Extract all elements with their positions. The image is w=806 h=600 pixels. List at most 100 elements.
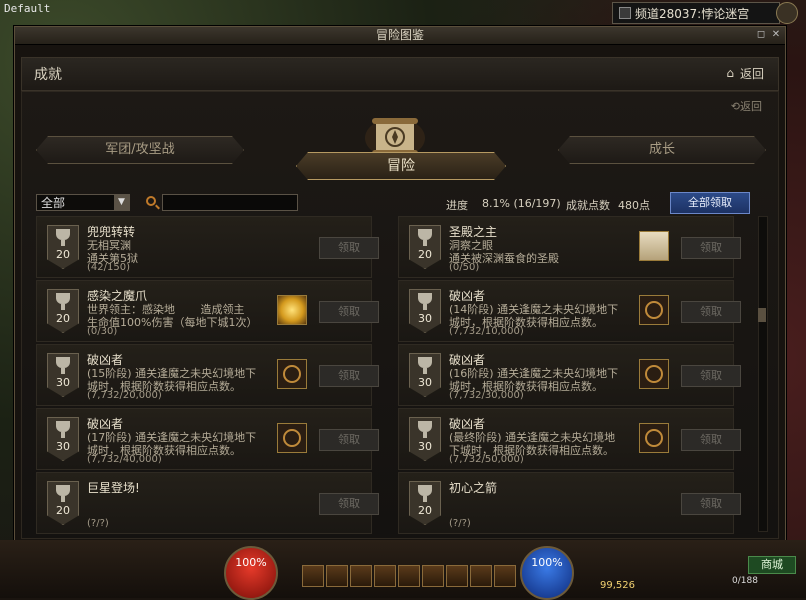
trophy-badge: 20 — [409, 225, 441, 269]
claim-button[interactable]: 领取 — [319, 429, 379, 451]
points-value: 480点 — [618, 199, 650, 212]
trophy-badge: 30 — [47, 417, 79, 461]
achievement-progress: (7,732/40,000) — [87, 454, 162, 465]
trophy-badge: 20 — [47, 225, 79, 269]
tab-adventure[interactable]: 冒险 — [296, 152, 506, 180]
list-scrollbar[interactable] — [758, 216, 768, 532]
default-label: Default — [4, 2, 51, 15]
trophy-icon — [418, 357, 432, 374]
shop-button[interactable]: 商城 — [748, 556, 796, 574]
filter-value: 全部 — [41, 196, 66, 210]
trophy-icon — [418, 421, 432, 438]
mp-label: 100% — [531, 556, 563, 569]
achievement-card: 30 破凶者 (16阶段) 通关逢魔之未央幻境地下 城时，根据阶数获得相应点数。 (7,… — [398, 344, 741, 406]
achievement-card: 20 圣殿之主 洞察之眼 通关被深渊蚕食的圣殿 (0/50) 领取 — [398, 216, 741, 278]
skill-slot-8[interactable] — [470, 565, 492, 587]
claim-button[interactable]: 领取 — [681, 429, 741, 451]
trophy-badge: 20 — [47, 481, 79, 525]
claim-button[interactable]: 领取 — [681, 493, 741, 515]
achievement-points: 20 — [56, 504, 70, 517]
trophy-badge: 30 — [409, 289, 441, 333]
trophy-badge: 20 — [47, 289, 79, 333]
reward-item-icon[interactable] — [277, 295, 307, 325]
tab-growth[interactable]: 成长 — [558, 136, 766, 164]
achievement-card: 20 初心之箭 (?/?) 领取 — [398, 472, 741, 534]
claim-button[interactable]: 领取 — [319, 365, 379, 387]
skill-slot-9[interactable] — [494, 565, 516, 587]
trophy-icon — [56, 421, 70, 438]
claim-button[interactable]: 领取 — [319, 301, 379, 323]
channel-indicator[interactable]: 频道28037:悖论迷宫 — [612, 2, 780, 24]
trophy-icon — [418, 485, 432, 502]
achievement-points: 30 — [418, 312, 432, 325]
search-icon[interactable] — [146, 196, 156, 206]
window-title: 冒险图鉴 — [375, 28, 424, 42]
sub-back-button[interactable]: ⟲返回 — [731, 98, 762, 114]
trophy-badge: 20 — [409, 481, 441, 525]
trophy-icon — [56, 293, 70, 310]
reward-emblem-icon[interactable] — [277, 359, 307, 389]
achievement-progress: (0/30) — [87, 326, 118, 337]
achievement-card: 20 兜兜转转 无相冥渊 通关第5狱 (42/150) 领取 — [36, 216, 379, 278]
tab-legion[interactable]: 军团/攻坚战 — [36, 136, 244, 164]
achievement-progress: (42/150) — [87, 262, 130, 273]
hp-orb: 100% — [224, 546, 278, 600]
achievement-progress: (7,732/10,000) — [449, 326, 524, 337]
achievement-card: 30 破凶者 (15阶段) 通关逢魔之未央幻境地下 城时，根据阶数获得相应点数。 (7,… — [36, 344, 379, 406]
claim-button[interactable]: 领取 — [319, 237, 379, 259]
achievement-card: 20 巨星登场! (?/?) 领取 — [36, 472, 379, 534]
achievement-name: 初心之箭 — [449, 481, 498, 495]
inventory-count: 0/188 — [732, 576, 758, 586]
achievement-progress: (7,732/50,000) — [449, 454, 524, 465]
minimap-icon[interactable] — [776, 2, 798, 24]
claim-button[interactable]: 领取 — [319, 493, 379, 515]
skill-slot-7[interactable] — [446, 565, 468, 587]
trophy-icon — [56, 229, 70, 246]
achievement-header: 成就 ⌂ 返回 — [21, 57, 779, 91]
reward-chest-icon[interactable] — [639, 231, 669, 261]
chevron-down-icon[interactable]: ▼ — [114, 195, 129, 210]
skill-slot-6[interactable] — [422, 565, 444, 587]
progress-value: 8.1% (16/197) — [482, 197, 561, 210]
achievement-points: 30 — [56, 376, 70, 389]
claim-button[interactable]: 领取 — [681, 301, 741, 323]
skill-slot-3[interactable] — [350, 565, 372, 587]
sub-back-label: 返回 — [740, 100, 762, 113]
skill-slot-4[interactable] — [374, 565, 396, 587]
mp-orb: 100% — [520, 546, 574, 600]
achievement-card: 30 破凶者 (最终阶段) 通关逢魔之未央幻境地 下城时，根据阶数获得相应点数。 (7,… — [398, 408, 741, 470]
skill-slot-1[interactable] — [302, 565, 324, 587]
window-titlebar: 冒险图鉴 ◻ ✕ — [15, 27, 785, 45]
home-icon[interactable]: ⌂ — [726, 66, 734, 80]
gold-amount: 99,526 — [600, 580, 635, 591]
skill-slot-5[interactable] — [398, 565, 420, 587]
category-filter-select[interactable]: 全部 ▼ — [36, 194, 130, 211]
back-button[interactable]: 返回 — [740, 65, 764, 82]
reward-emblem-icon[interactable] — [639, 359, 669, 389]
skill-slot-2[interactable] — [326, 565, 348, 587]
claim-button[interactable]: 领取 — [681, 365, 741, 387]
adventure-codex-window: 冒险图鉴 ◻ ✕ 成就 ⌂ 返回 ⟲返回 军团/攻坚战 冒险 成长 全部 ▼ 进… — [14, 26, 786, 542]
close-icon[interactable]: ✕ — [770, 29, 782, 41]
claim-all-button[interactable]: 全部领取 — [670, 192, 750, 214]
achievement-card: 20 感染之魔爪 世界领主：感染地 造成领主 生命值100%伤害（每地下城1次） (0/… — [36, 280, 379, 342]
claim-button[interactable]: 领取 — [681, 237, 741, 259]
scrollbar-thumb[interactable] — [758, 308, 766, 322]
trophy-icon — [418, 293, 432, 310]
achievement-content: ⟲返回 军团/攻坚战 冒险 成长 全部 ▼ 进度 8.1% (16/197) 成… — [21, 91, 779, 539]
trophy-icon — [56, 485, 70, 502]
minimize-icon[interactable]: ◻ — [755, 29, 767, 41]
achievement-points: 20 — [56, 312, 70, 325]
achievement-progress: (7,732/30,000) — [449, 390, 524, 401]
trophy-icon — [56, 357, 70, 374]
achievement-name: 巨星登场! — [87, 481, 140, 495]
channel-icon — [619, 7, 631, 19]
reward-emblem-icon[interactable] — [277, 423, 307, 453]
reward-emblem-icon[interactable] — [639, 423, 669, 453]
reward-emblem-icon[interactable] — [639, 295, 669, 325]
achievement-progress: (?/?) — [449, 518, 471, 529]
trophy-badge: 30 — [47, 353, 79, 397]
search-input[interactable] — [162, 194, 298, 211]
achievement-card: 30 破凶者 (14阶段) 通关逢魔之未央幻境地下 城时，根据阶数获得相应点数。 (7,… — [398, 280, 741, 342]
achievement-points: 20 — [418, 248, 432, 261]
